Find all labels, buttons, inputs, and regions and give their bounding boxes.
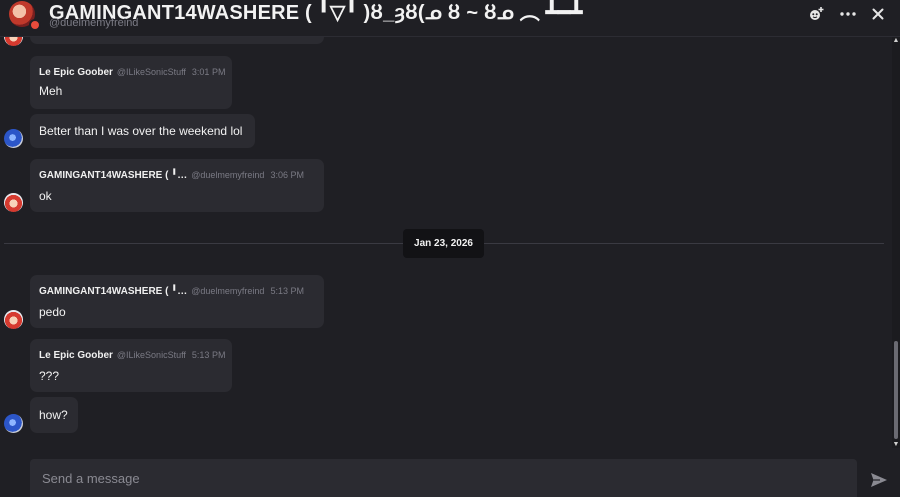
message-bubble: Le Epic Goober @ILikeSonicStuff 3:01 PM Me…: [30, 56, 232, 109]
author-name[interactable]: Le Epic Goober: [39, 67, 113, 78]
close-button[interactable]: [867, 5, 889, 23]
message-input[interactable]: [30, 459, 857, 497]
message-text: Better than I was over the weekend lol: [39, 124, 243, 138]
message-time: 3:01 PM: [191, 67, 226, 77]
scroll-thumb[interactable]: [894, 341, 898, 439]
status-indicator: [29, 19, 41, 31]
send-icon[interactable]: [870, 472, 888, 488]
add-friend-icon: [810, 7, 824, 20]
message-text: ???: [39, 369, 60, 383]
date-badge: Jan 23, 2026: [403, 229, 484, 258]
chat-subtitle: @duelmemyfreind: [49, 17, 139, 29]
author-handle: @ILikeSonicStuff: [116, 350, 186, 360]
message-bubble: how?: [30, 397, 78, 433]
author-name[interactable]: GAMINGANT14WASHERE ( ╹…: [39, 286, 187, 297]
author-name[interactable]: Le Epic Goober: [39, 350, 113, 361]
message-text: how?: [39, 408, 68, 422]
more-options-icon: [840, 12, 856, 16]
message-text: pedo: [39, 305, 66, 319]
message-bubble: GAMINGANT14WASHERE ( ╹… @duelmemyfreind 5:…: [30, 275, 324, 328]
scrollbar[interactable]: ▲ ▼: [892, 36, 900, 448]
scroll-down-icon[interactable]: ▼: [892, 440, 900, 448]
author-name[interactable]: GAMINGANT14WASHERE ( ╹…: [39, 170, 187, 181]
author-handle: @ILikeSonicStuff: [116, 67, 186, 77]
chat-header: GAMINGANT14WASHERE ( ╹▽╹ )ȣ_ȝȣ(ᓄ ȣ ~ ȣᓄ …: [0, 0, 900, 37]
message-meta: Le Epic Goober @ILikeSonicStuff 3:01 PM: [39, 66, 225, 79]
message-meta: GAMINGANT14WASHERE ( ╹… @duelmemyfreind 5:…: [39, 285, 304, 298]
avatar[interactable]: [4, 193, 23, 212]
message-meta: Le Epic Goober @ILikeSonicStuff 5:13 PM: [39, 349, 225, 362]
add-friend-button[interactable]: [805, 5, 827, 23]
scroll-up-icon[interactable]: ▲: [892, 36, 900, 44]
message-time: 5:13 PM: [191, 350, 226, 360]
message-time: 3:06 PM: [270, 170, 304, 180]
message-bubble: Better than I was over the weekend lol: [30, 114, 255, 148]
avatar[interactable]: [4, 36, 23, 46]
message-list[interactable]: Le Epic Goober @ILikeSonicStuff 3:01 PM Me…: [0, 36, 892, 448]
more-options-button[interactable]: [837, 5, 859, 23]
message-bubble: GAMINGANT14WASHERE ( ╹… @duelmemyfreind 3:…: [30, 159, 324, 212]
message-time: 5:13 PM: [270, 286, 304, 296]
message-text: Meh: [39, 84, 63, 98]
avatar[interactable]: [4, 414, 23, 433]
author-handle: @duelmemyfreind: [191, 286, 265, 296]
author-handle: @duelmemyfreind: [191, 170, 265, 180]
close-icon: [872, 8, 884, 20]
message-meta: GAMINGANT14WASHERE ( ╹… @duelmemyfreind 3:…: [39, 169, 304, 182]
message-bubble: Le Epic Goober @ILikeSonicStuff 5:13 PM ??…: [30, 339, 232, 392]
message-bubble: [30, 36, 324, 44]
message-composer: [0, 448, 900, 497]
avatar[interactable]: [4, 310, 23, 329]
message-text: ok: [39, 189, 52, 203]
avatar[interactable]: [4, 129, 23, 148]
